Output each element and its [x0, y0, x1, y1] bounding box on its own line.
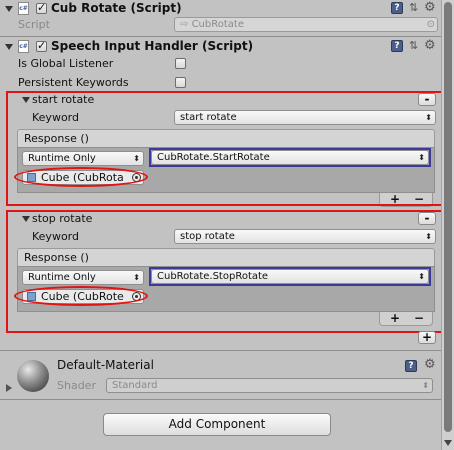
- speech-handler-enabled-checkbox[interactable]: [36, 39, 47, 52]
- is-global-listener-checkbox[interactable]: [175, 58, 186, 69]
- gear-icon[interactable]: ⚙: [424, 39, 438, 52]
- script-icon: c#: [18, 2, 29, 15]
- divider: [0, 399, 441, 400]
- add-component-button[interactable]: Add Component: [103, 413, 331, 436]
- help-icon[interactable]: ?: [391, 40, 403, 52]
- script-label: Script: [18, 18, 50, 31]
- cub-rotate-title: Cub Rotate (Script): [51, 1, 182, 15]
- is-global-listener-label: Is Global Listener: [18, 57, 114, 70]
- shader-dropdown[interactable]: Standard ⬍: [106, 378, 433, 393]
- script-file-icon: ⇨: [180, 19, 192, 30]
- script-icon: c#: [18, 40, 29, 53]
- keyword-highlight-box: [6, 210, 453, 333]
- add-component-label: Add Component: [168, 417, 266, 431]
- script-field: ⇨ CubRotate ⊙: [174, 17, 438, 32]
- object-picker-icon[interactable]: ⊙: [427, 18, 435, 31]
- gear-icon[interactable]: ⚙: [424, 1, 438, 14]
- material-name: Default-Material: [57, 358, 154, 372]
- presets-icon[interactable]: ⇅: [409, 2, 421, 14]
- persistent-keywords-label: Persistent Keywords: [18, 76, 129, 89]
- divider: [0, 350, 441, 351]
- material-foldout-arrow-icon[interactable]: [6, 384, 12, 392]
- scrollbar[interactable]: [441, 0, 454, 450]
- presets-icon[interactable]: ⇅: [409, 40, 421, 52]
- foldout-arrow-icon[interactable]: [5, 6, 13, 12]
- persistent-keywords-checkbox[interactable]: [175, 77, 186, 88]
- dropdown-arrow-icon: ⬍: [422, 381, 429, 390]
- scrollbar-thumb[interactable]: [444, 2, 452, 432]
- shader-label: Shader: [57, 379, 96, 392]
- gear-icon[interactable]: ⚙: [424, 358, 438, 371]
- cub-rotate-enabled-checkbox[interactable]: [36, 1, 47, 14]
- shader-dropdown-value: Standard: [112, 380, 158, 391]
- foldout-arrow-icon[interactable]: [5, 44, 13, 50]
- help-icon[interactable]: ?: [391, 2, 403, 14]
- divider: [0, 36, 441, 37]
- speech-handler-title: Speech Input Handler (Script): [51, 39, 254, 53]
- add-keyword-button[interactable]: +: [418, 331, 436, 344]
- material-sphere-icon: [17, 360, 49, 392]
- scroll-down-arrow-icon[interactable]: [444, 440, 452, 446]
- keyword-highlight-box: [6, 91, 453, 206]
- help-icon[interactable]: ?: [405, 360, 417, 372]
- script-field-value: CubRotate: [191, 19, 244, 30]
